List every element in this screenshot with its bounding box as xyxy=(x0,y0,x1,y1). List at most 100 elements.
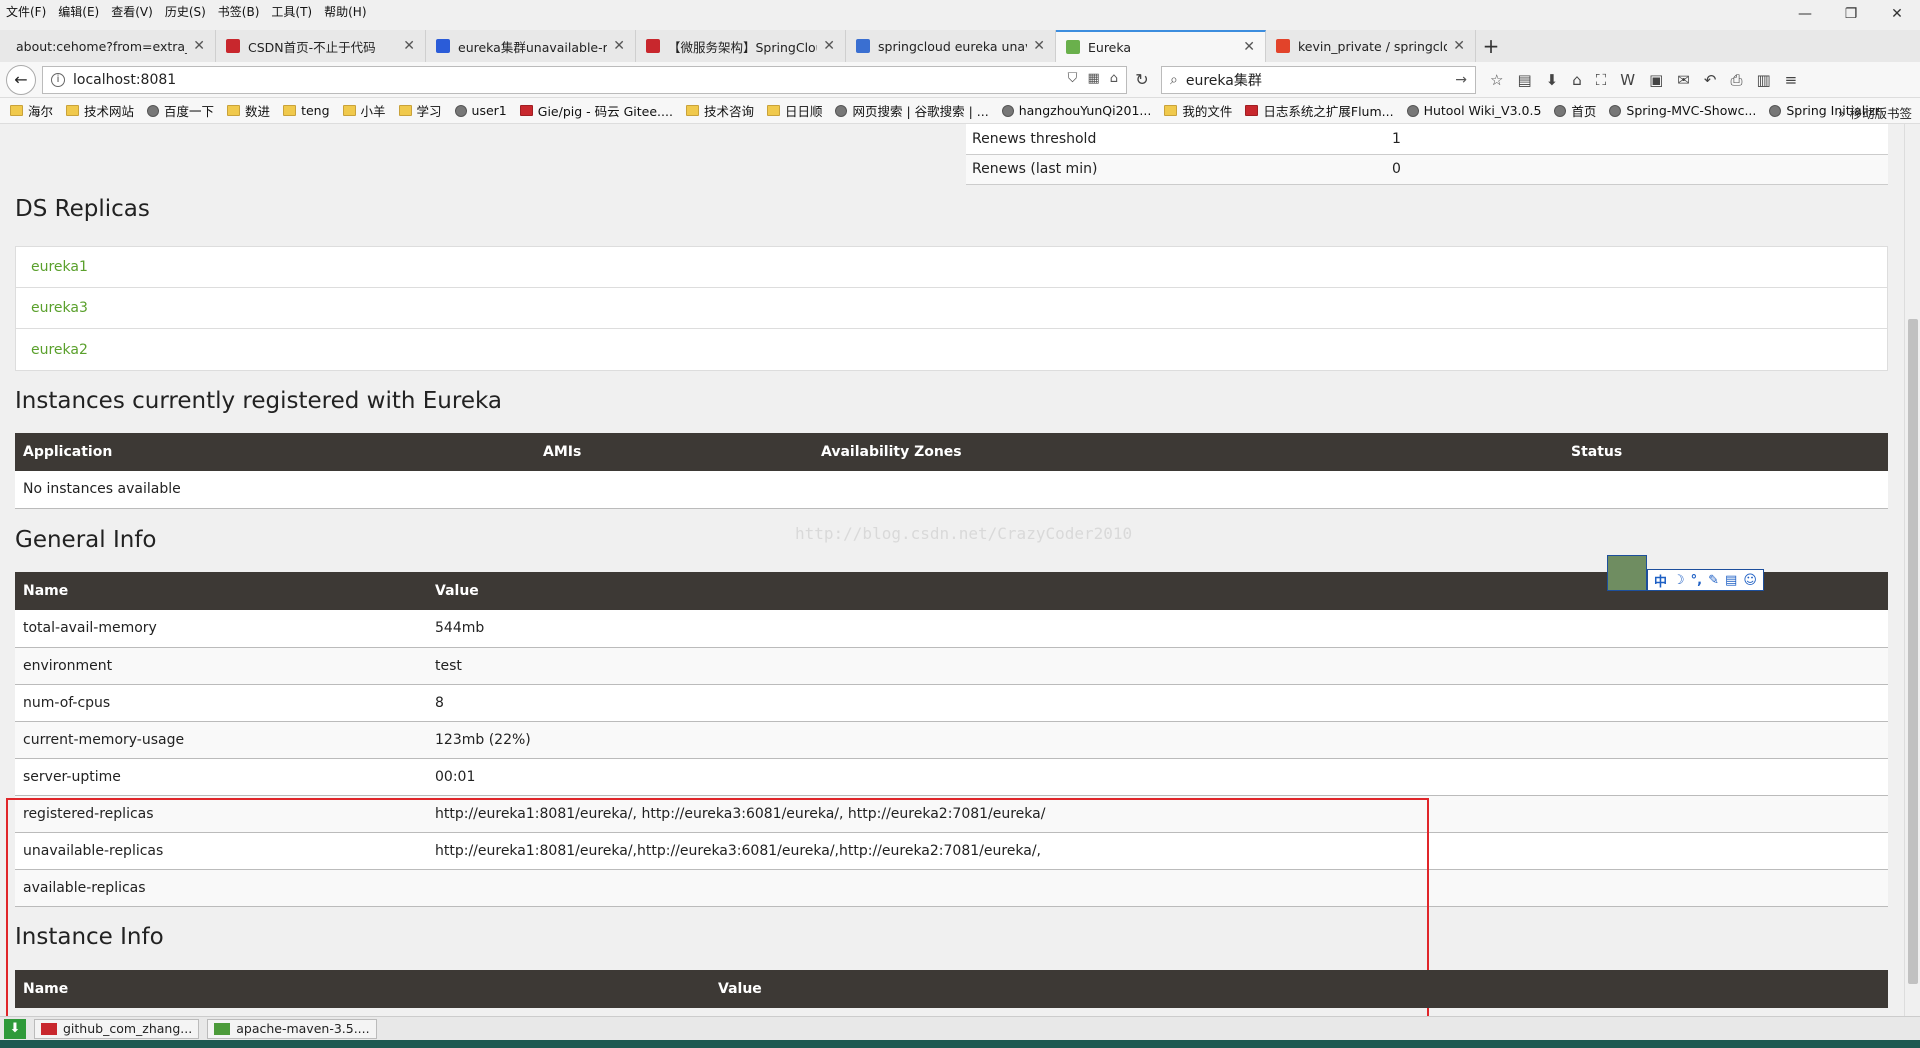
bookmark-label: 海尔 xyxy=(28,104,54,119)
close-tab-icon[interactable]: ✕ xyxy=(1243,39,1255,55)
replica-link[interactable]: eureka3 xyxy=(16,288,1887,329)
browser-tab[interactable]: kevin_private / springclou ✕ xyxy=(1266,30,1476,62)
bookmark-item[interactable]: 技术网站 xyxy=(66,101,134,120)
bookmark-item[interactable]: 学习 xyxy=(398,101,442,120)
instances-table: Application AMIs Availability Zones Stat… xyxy=(15,433,1888,509)
ime-button[interactable]: ☽ xyxy=(1673,573,1685,588)
bookmark-item[interactable]: 我的文件 xyxy=(1164,101,1232,120)
bookmark-item[interactable]: user1 xyxy=(454,101,507,120)
bookmark-item[interactable]: 首页 xyxy=(1554,101,1596,120)
crop-icon[interactable]: ⛶ xyxy=(1596,71,1607,89)
column-name: Name xyxy=(15,572,427,610)
replica-link[interactable]: eureka1 xyxy=(16,247,1887,288)
new-tab-button[interactable]: + xyxy=(1476,30,1506,62)
menu-item[interactable]: 编辑(E) xyxy=(58,3,99,20)
row-name: registered-replicas xyxy=(15,795,427,833)
menu-item[interactable]: 文件(F) xyxy=(6,3,46,20)
w-icon[interactable]: W xyxy=(1620,71,1635,89)
search-go-icon[interactable]: → xyxy=(1455,72,1467,88)
browser-tab[interactable]: eureka集群unavailable-rep ✕ xyxy=(426,30,636,62)
close-tab-icon[interactable]: ✕ xyxy=(613,38,625,54)
download-item[interactable]: github_com_zhang... xyxy=(34,1018,200,1039)
download-icon[interactable]: ⬇ xyxy=(1546,71,1559,89)
browser-tab[interactable]: CSDN首页-不止于代码 ✕ xyxy=(216,30,426,62)
page-scrollbar[interactable] xyxy=(1904,124,1920,1016)
download-item[interactable]: apache-maven-3.5.... xyxy=(207,1018,377,1039)
back-button[interactable]: ← xyxy=(6,64,36,95)
menu-item[interactable]: 帮助(H) xyxy=(324,3,366,20)
pdf-tool-icon[interactable]: ⎙ xyxy=(1730,71,1742,89)
bookmark-item[interactable]: 百度一下 xyxy=(147,101,214,120)
bookmark-item[interactable]: 日日顺 xyxy=(766,101,822,120)
bookmark-label: 百度一下 xyxy=(164,104,215,119)
bookmark-item[interactable]: teng xyxy=(283,101,330,120)
watermark: http://blog.csdn.net/CrazyCoder2010 xyxy=(795,524,1133,543)
close-window-button[interactable]: ✕ xyxy=(1874,0,1920,28)
home-icon[interactable]: ⌂ xyxy=(1110,71,1118,86)
bookmark-item[interactable]: 数进 xyxy=(227,101,270,120)
gitlab-icon xyxy=(1276,39,1290,53)
browser-tab[interactable]: Eureka ✕ xyxy=(1056,30,1266,62)
row-value: test xyxy=(427,647,1888,685)
bookmark-item[interactable]: Spring-MVC-Showc... xyxy=(1609,101,1756,120)
undo-icon[interactable]: ↶ xyxy=(1704,71,1717,89)
general-info-title: General Info xyxy=(15,527,157,553)
bookmark-item[interactable]: 小羊 xyxy=(342,101,386,120)
address-bar[interactable]: i localhost:8081 ⛉ ▦ ⌂ xyxy=(42,65,1127,94)
globe-icon xyxy=(1769,104,1782,117)
bookmark-item[interactable]: 海尔 xyxy=(10,101,53,120)
ime-toolbar[interactable]: 中 ☽ °, ✎ ▤ ☺ xyxy=(1647,569,1764,591)
csdn-icon xyxy=(646,39,660,53)
ime-button[interactable]: °, xyxy=(1691,573,1702,588)
star-icon[interactable]: ☆ xyxy=(1490,71,1503,89)
shield-icon[interactable]: ⛉ xyxy=(1068,71,1078,86)
bird-avatar-icon[interactable] xyxy=(1607,555,1647,591)
menu-item[interactable]: 历史(S) xyxy=(165,3,206,20)
close-tab-icon[interactable]: ✕ xyxy=(1033,38,1045,54)
download-arrow-icon[interactable]: ⬇ xyxy=(4,1018,26,1039)
menu-item[interactable]: 书签(B) xyxy=(218,3,260,20)
close-tab-icon[interactable]: ✕ xyxy=(193,38,205,54)
tab-label: eureka集群unavailable-rep xyxy=(458,39,608,55)
browser-tab[interactable]: 【微服务架构】SpringClou ✕ xyxy=(636,30,846,62)
home-button-icon[interactable]: ⌂ xyxy=(1572,71,1582,89)
ime-button[interactable]: ☺ xyxy=(1743,573,1757,588)
info-icon[interactable]: i xyxy=(51,72,65,87)
chat-icon[interactable]: ✉ xyxy=(1677,71,1690,89)
scrollbar-thumb[interactable] xyxy=(1908,319,1918,984)
close-tab-icon[interactable]: ✕ xyxy=(823,38,835,54)
ime-button[interactable]: ✎ xyxy=(1708,573,1719,588)
replica-link[interactable]: eureka2 xyxy=(16,329,1887,370)
close-tab-icon[interactable]: ✕ xyxy=(1453,38,1465,54)
chart-tool-icon[interactable]: ▥ xyxy=(1756,71,1770,89)
mobile-bookmarks[interactable]: » 移动版书签 xyxy=(1838,103,1912,122)
restore-button[interactable]: ❐ xyxy=(1828,0,1874,28)
menu-item[interactable]: 查看(V) xyxy=(111,3,153,20)
extension-icon[interactable]: ▣ xyxy=(1649,71,1663,89)
bookmark-label: 学习 xyxy=(416,104,442,119)
search-box[interactable]: ⌕ eureka集群 → xyxy=(1161,65,1476,94)
ds-replicas-title: DS Replicas xyxy=(15,196,150,222)
library-icon[interactable]: ▤ xyxy=(1517,71,1531,89)
ime-button[interactable]: 中 xyxy=(1654,571,1667,590)
reload-icon[interactable]: ↻ xyxy=(1127,70,1157,89)
instance-info-table: Name Value xyxy=(15,970,1888,1008)
browser-tab[interactable]: about:cehome?from=extra_st ✕ xyxy=(6,30,216,62)
row-value: 544mb xyxy=(427,610,1888,648)
bookmark-item[interactable]: Gie/pig - 码云 Gitee.... xyxy=(519,101,673,120)
bookmark-label: Gie/pig - 码云 Gitee.... xyxy=(537,104,673,119)
bookmark-item[interactable]: hangzhouYunQi201... xyxy=(1001,101,1151,120)
bookmark-item[interactable]: 技术咨询 xyxy=(685,101,754,120)
ime-button[interactable]: ▤ xyxy=(1725,573,1737,588)
bookmark-item[interactable]: 网页搜索 | 谷歌搜索 | ... xyxy=(835,101,989,120)
menu-icon[interactable]: ≡ xyxy=(1785,71,1798,89)
bookmark-label: 首页 xyxy=(1571,104,1597,119)
bookmark-item[interactable]: 日志系统之扩展Flum... xyxy=(1245,101,1394,120)
menu-item[interactable]: 工具(T) xyxy=(271,3,312,20)
qr-code-icon[interactable]: ▦ xyxy=(1087,71,1099,86)
table-row: total-avail-memory 544mb xyxy=(15,610,1888,648)
minimize-button[interactable]: — xyxy=(1782,0,1828,28)
browser-tab[interactable]: springcloud eureka unava ✕ xyxy=(846,30,1056,62)
bookmark-item[interactable]: Hutool Wiki_V3.0.5 xyxy=(1406,101,1541,120)
close-tab-icon[interactable]: ✕ xyxy=(403,38,415,54)
